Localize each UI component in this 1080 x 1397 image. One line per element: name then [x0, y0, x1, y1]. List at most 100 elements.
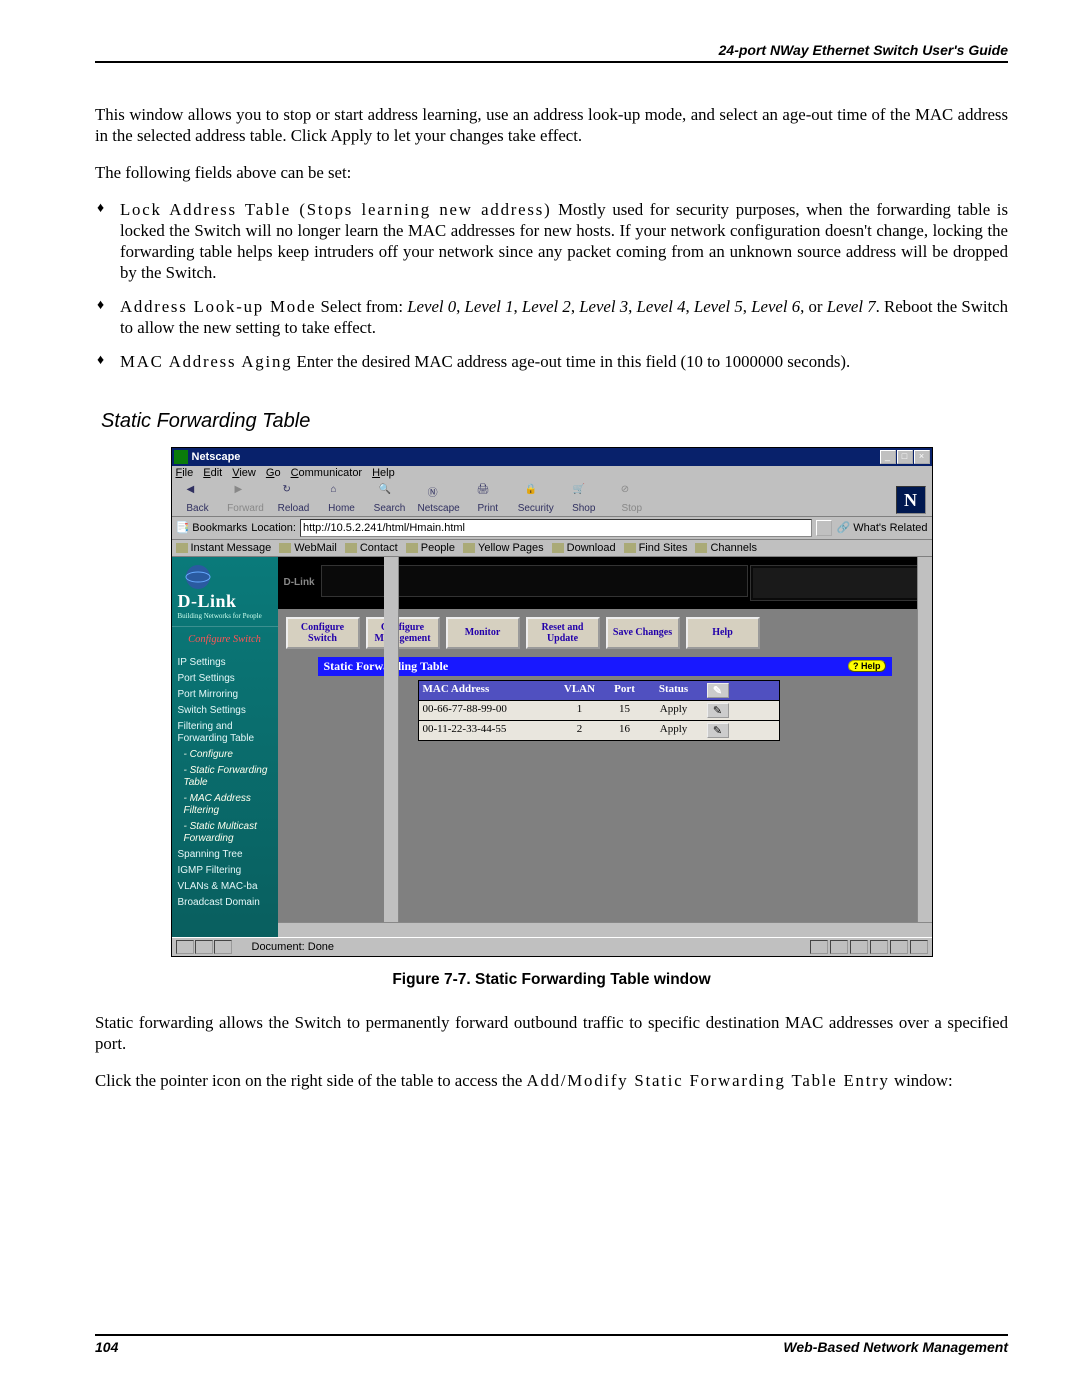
sidebar-item[interactable]: Spanning Tree [174, 847, 276, 863]
sidebar-item[interactable]: Switch Settings [174, 703, 276, 719]
sidebar-item[interactable]: VLANs & MAC-ba [174, 879, 276, 895]
device-graphic: D-Link [278, 557, 932, 609]
status-icon [214, 940, 232, 954]
section-heading: Static Forwarding Table [101, 410, 1008, 433]
intro-p2: The following fields above can be set: [95, 163, 1008, 184]
toolbar-search-button[interactable]: 🔍Search [370, 484, 410, 514]
reload-icon: ↻ [283, 484, 305, 502]
vertical-scrollbar[interactable] [917, 557, 932, 923]
search-icon: 🔍 [379, 484, 401, 502]
status-tray-icon [810, 940, 828, 954]
status-tray-icon [910, 940, 928, 954]
col-mac: MAC Address [419, 681, 557, 700]
bullet3-body: Enter the desired MAC address age-out ti… [292, 352, 850, 371]
edit-row-button[interactable]: ✎ [707, 703, 729, 718]
status-text: Document: Done [252, 941, 335, 953]
table-row: 00-11-22-33-44-55216Apply✎ [419, 720, 779, 740]
sidebar-configure-switch[interactable]: Configure Switch [172, 627, 278, 651]
print-icon: 🖨 [477, 484, 499, 502]
menu-communicator[interactable]: Communicator [291, 467, 363, 479]
sidebar: D-Link Building Networks for People Conf… [172, 557, 278, 937]
after-p2: Click the pointer icon on the right side… [95, 1071, 1008, 1092]
inner-scrollbar-left[interactable] [384, 557, 399, 923]
nav-configure-management-button[interactable]: Configure Management [366, 617, 440, 649]
col-vlan: VLAN [557, 681, 603, 700]
sidebar-item[interactable]: IP Settings [174, 655, 276, 671]
page-footer: 104 Web-Based Network Management [95, 1334, 1008, 1355]
menu-file[interactable]: File [176, 467, 194, 479]
menubar: File Edit View Go Communicator Help [172, 466, 932, 480]
status-tray-icon [890, 940, 908, 954]
pointer-icon[interactable]: ✎ [707, 683, 729, 698]
location-label: Location: [251, 522, 296, 534]
sidebar-item[interactable]: Broadcast Domain [174, 895, 276, 911]
nav-buttons: Configure SwitchConfigure ManagementMoni… [278, 609, 932, 657]
pt-yellow-pages[interactable]: Yellow Pages [463, 542, 544, 554]
col-edit: ✎ [701, 681, 735, 700]
toolbar-print-button[interactable]: 🖨Print [468, 484, 508, 514]
app-icon [174, 450, 188, 464]
globe-icon [178, 563, 218, 591]
sidebar-item[interactable]: - MAC Address Filtering [174, 791, 276, 819]
status-tray-icon [830, 940, 848, 954]
pt-people[interactable]: People [406, 542, 455, 554]
bookmarks-button[interactable]: 📑 Bookmarks [176, 521, 248, 534]
toolbar-stop-button: ⊘Stop [612, 484, 652, 514]
menu-help[interactable]: Help [372, 467, 395, 479]
toolbar: ◀Back▶Forward↻Reload⌂Home🔍SearchⓃNetscap… [172, 480, 932, 517]
toolbar-reload-button[interactable]: ↻Reload [274, 484, 314, 514]
toolbar-netscape-button[interactable]: ⓃNetscape [418, 484, 460, 514]
nav-reset-and-update-button[interactable]: Reset and Update [526, 617, 600, 649]
sidebar-item[interactable]: Port Mirroring [174, 687, 276, 703]
nav-help-button[interactable]: Help [686, 617, 760, 649]
main-pane: D-Link Configure SwitchConfigure Managem… [278, 557, 932, 937]
window-title: Netscape [192, 451, 879, 463]
pt-download[interactable]: Download [552, 542, 616, 554]
bullet3-head: MAC Address Aging [120, 352, 292, 371]
edit-row-button[interactable]: ✎ [707, 723, 729, 738]
bullet-lookup-mode: Address Look-up Mode Select from: Level … [95, 297, 1008, 339]
location-dropdown[interactable] [816, 520, 832, 536]
titlebar: Netscape _ □ × [172, 448, 932, 466]
pt-find-sites[interactable]: Find Sites [624, 542, 688, 554]
sidebar-item[interactable]: IGMP Filtering [174, 863, 276, 879]
help-button[interactable]: ? Help [848, 660, 886, 672]
pt-webmail[interactable]: WebMail [279, 542, 337, 554]
sidebar-item[interactable]: Port Settings [174, 671, 276, 687]
figure-caption: Figure 7-7. Static Forwarding Table wind… [95, 971, 1008, 989]
nav-configure-switch-button[interactable]: Configure Switch [286, 617, 360, 649]
status-icon [195, 940, 213, 954]
toolbar-home-button[interactable]: ⌂Home [322, 484, 362, 514]
toolbar-back-button[interactable]: ◀Back [178, 484, 218, 514]
sidebar-item[interactable]: - Configure [174, 747, 276, 763]
horizontal-scrollbar[interactable] [278, 922, 932, 937]
menu-view[interactable]: View [232, 467, 256, 479]
pt-contact[interactable]: Contact [345, 542, 398, 554]
back-icon: ◀ [187, 484, 209, 502]
close-button[interactable]: × [914, 450, 930, 464]
forwarding-table: MAC Address VLAN Port Status ✎ 00-66-77-… [418, 680, 780, 741]
maximize-button[interactable]: □ [897, 450, 913, 464]
content-area: D-Link Building Networks for People Conf… [172, 557, 932, 937]
after-p1: Static forwarding allows the Switch to p… [95, 1013, 1008, 1055]
nav-monitor-button[interactable]: Monitor [446, 617, 520, 649]
whats-related[interactable]: 🔗 What's Related [836, 521, 927, 534]
col-port: Port [603, 681, 647, 700]
menu-go[interactable]: Go [266, 467, 281, 479]
minimize-button[interactable]: _ [880, 450, 896, 464]
sidebar-item[interactable]: - Static Forwarding Table [174, 763, 276, 791]
toolbar-shop-button[interactable]: 🛒Shop [564, 484, 604, 514]
sidebar-item[interactable]: Filtering and Forwarding Table [174, 719, 276, 747]
sidebar-logo: D-Link Building Networks for People [172, 557, 278, 627]
menu-edit[interactable]: Edit [203, 467, 222, 479]
pt-instant-message[interactable]: Instant Message [176, 542, 272, 554]
bullet2-head: Address Look-up Mode [120, 297, 316, 316]
stop-icon: ⊘ [621, 484, 643, 502]
toolbar-security-button[interactable]: 🔒Security [516, 484, 556, 514]
location-input[interactable] [300, 519, 813, 537]
nav-save-changes-button[interactable]: Save Changes [606, 617, 680, 649]
bullet2-lead: Select from: [316, 297, 407, 316]
sidebar-item[interactable]: - Static Multicast Forwarding [174, 819, 276, 847]
pt-channels[interactable]: Channels [695, 542, 756, 554]
after-text: Static forwarding allows the Switch to p… [95, 1013, 1008, 1106]
